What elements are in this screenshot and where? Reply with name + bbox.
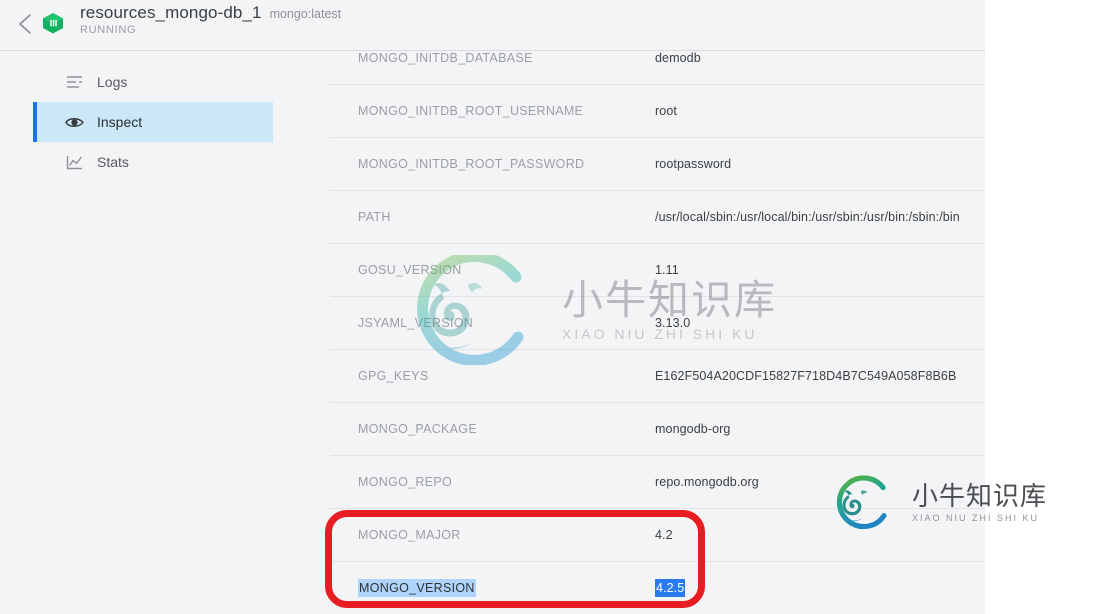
env-key: MONGO_INITDB_ROOT_PASSWORD (358, 157, 585, 171)
table-row[interactable]: PATH /usr/local/sbin:/usr/local/bin:/usr… (330, 190, 985, 243)
table-row-selected[interactable]: MONGO_VERSION 4.2.5 (330, 561, 985, 614)
table-row[interactable]: MONGO_INITDB_DATABASE demodb (330, 51, 985, 84)
container-image-tag: mongo:latest (269, 7, 342, 21)
container-name: resources_mongo-db_1 (80, 3, 262, 22)
env-key: MONGO_INITDB_DATABASE (358, 51, 533, 65)
table-row[interactable]: MONGO_INITDB_ROOT_PASSWORD rootpassword (330, 137, 985, 190)
env-key: PATH (358, 210, 391, 224)
sidebar-item-label: Inspect (97, 114, 143, 130)
env-value: /usr/local/sbin:/usr/local/bin:/usr/sbin… (655, 210, 960, 224)
back-button[interactable] (8, 7, 42, 41)
table-row[interactable]: GPG_KEYS E162F504A20CDF15827F718D4B7C549… (330, 349, 985, 402)
env-key: GOSU_VERSION (358, 263, 462, 277)
env-value: root (655, 104, 677, 118)
env-key: MONGO_INITDB_ROOT_USERNAME (358, 104, 584, 118)
sidebar-item-inspect[interactable]: Inspect (33, 102, 273, 142)
env-value: 3.13.0 (655, 316, 691, 330)
env-key: MONGO_PACKAGE (358, 422, 477, 436)
env-key: MONGO_MAJOR (358, 528, 461, 542)
eye-icon (59, 116, 89, 129)
env-key: MONGO_VERSION (358, 579, 476, 597)
env-key: JSYAML_VERSION (358, 316, 474, 330)
env-key: MONGO_REPO (358, 475, 452, 489)
table-row[interactable]: MONGO_PACKAGE mongodb-org (330, 402, 985, 455)
docker-container-icon (38, 8, 68, 38)
env-value: 4.2 (655, 528, 673, 542)
env-value: 1.11 (655, 263, 679, 277)
env-value: mongodb-org (655, 422, 731, 436)
env-key: GPG_KEYS (358, 369, 429, 383)
env-value: demodb (655, 51, 701, 65)
table-row[interactable]: GOSU_VERSION 1.11 (330, 243, 985, 296)
container-status: RUNNING (80, 24, 137, 36)
env-value: E162F504A20CDF15827F718D4B7C549A058F8B6B (655, 369, 957, 383)
sidebar-item-label: Logs (97, 74, 128, 90)
app-header: resources_mongo-db_1 mongo:latest RUNNIN… (0, 0, 985, 51)
env-value: repo.mongodb.org (655, 475, 759, 489)
sidebar-item-label: Stats (97, 154, 129, 170)
sidebar-item-stats[interactable]: Stats (33, 142, 273, 182)
inspect-env-table-panel[interactable]: MONGO_INITDB_DATABASE demodb MONGO_INITD… (330, 51, 985, 614)
env-value: 4.2.5 (655, 579, 686, 597)
table-row[interactable]: MONGO_REPO repo.mongodb.org (330, 455, 985, 508)
sidebar-item-logs[interactable]: Logs (33, 62, 273, 102)
table-row[interactable]: MONGO_INITDB_ROOT_USERNAME root (330, 84, 985, 137)
table-row[interactable]: JSYAML_VERSION 3.13.0 (330, 296, 985, 349)
chart-line-icon (59, 155, 89, 170)
logs-lines-icon (59, 75, 89, 89)
env-value: rootpassword (655, 157, 732, 171)
header-title-block: resources_mongo-db_1 mongo:latest RUNNIN… (80, 3, 341, 36)
chevron-left-icon (18, 14, 31, 34)
table-row[interactable]: MONGO_MAJOR 4.2 (330, 508, 985, 561)
container-inspect-screen: resources_mongo-db_1 mongo:latest RUNNIN… (0, 0, 1095, 614)
sidebar: Logs Inspect Stats (0, 51, 330, 614)
env-table: MONGO_INITDB_DATABASE demodb MONGO_INITD… (330, 51, 985, 614)
